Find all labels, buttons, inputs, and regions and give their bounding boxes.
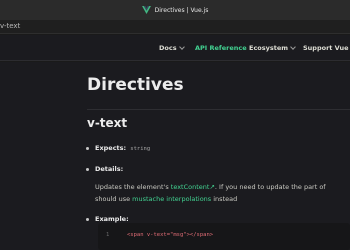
section-divider [87, 109, 350, 110]
nav-item-docs[interactable]: Docs [159, 44, 185, 52]
page-title: Directives [87, 75, 184, 95]
chevron-down-icon [178, 44, 185, 50]
main-content: Directives v-text Expects: string Detail… [0, 62, 350, 250]
textcontent-link[interactable]: textContent [171, 183, 210, 191]
window-title: Directives | Vue.js [154, 6, 209, 14]
top-nav: Docs API Reference Ecosystem Support Vue [0, 35, 350, 61]
section-heading: v-text [87, 116, 128, 130]
details-text-line1: Updates the element's textContent↗. If y… [95, 183, 326, 191]
code-line: <span v-text="msg"></span> [127, 232, 214, 238]
bullet-point [86, 218, 89, 221]
bullet-point [86, 168, 89, 171]
expects-line: Expects: string [95, 144, 150, 152]
chevron-down-icon [290, 44, 296, 50]
window-titlebar: Directives | Vue.js [0, 0, 350, 20]
example-label: Example: [95, 215, 129, 223]
url-fragment: v-text [0, 22, 21, 30]
bullet-point [86, 147, 89, 150]
mustache-interpolations-link[interactable]: mustache interpolations [132, 195, 211, 203]
details-label: Details: [95, 165, 124, 173]
expects-type: string [130, 146, 151, 152]
details-text-line2: should use mustache interpolations inste… [95, 195, 238, 203]
nav-item-api-reference[interactable]: API Reference [195, 44, 247, 52]
nav-item-ecosystem[interactable]: Ecosystem [249, 44, 296, 52]
expects-label: Expects: [95, 144, 127, 152]
code-example: 1 <span v-text="msg"></span> [98, 223, 350, 250]
nav-item-support-vue[interactable]: Support Vue [303, 44, 350, 52]
line-number: 1 [106, 232, 110, 238]
vue-logo-icon [141, 6, 151, 14]
address-bar[interactable]: v-text [0, 20, 350, 34]
